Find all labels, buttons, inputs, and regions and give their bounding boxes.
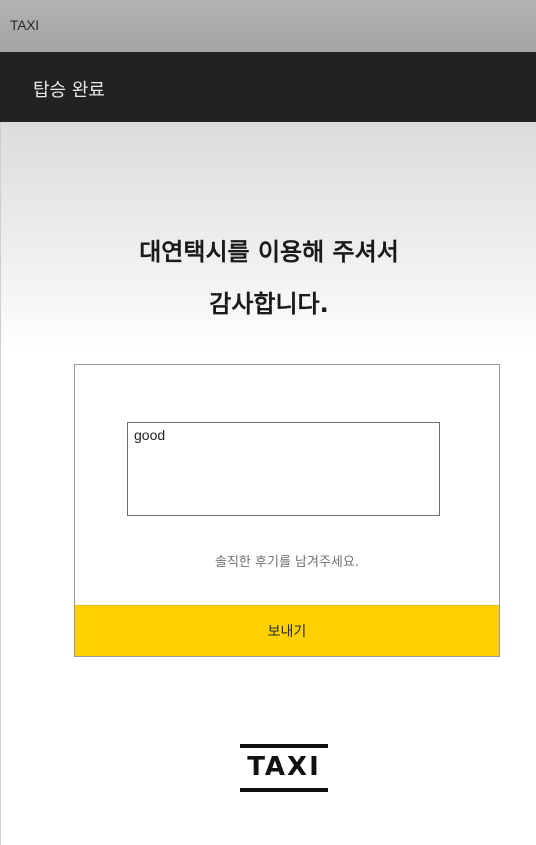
- logo-bottom-bar: [240, 788, 328, 792]
- logo-text: TAXI: [247, 752, 321, 782]
- review-hint: 솔직한 후기를 남겨주세요.: [215, 555, 359, 570]
- main-content: 대연택시를 이용해 주셔서 감사합니다. good 솔직한 후기를 남겨주세요.…: [0, 122, 536, 845]
- window-titlebar: TAXI: [0, 0, 536, 52]
- window-title: TAXI: [10, 17, 39, 33]
- app-header: 탑승 완료: [0, 52, 536, 122]
- review-card: good 솔직한 후기를 남겨주세요. 보내기: [74, 364, 500, 657]
- send-button[interactable]: 보내기: [75, 605, 499, 656]
- thank-you-message: 대연택시를 이용해 주셔서 감사합니다.: [1, 226, 536, 330]
- logo-top-bar: [240, 744, 328, 748]
- thank-you-line-2: 감사합니다.: [209, 290, 329, 318]
- thank-you-line-1: 대연택시를 이용해 주셔서: [139, 238, 399, 266]
- taxi-logo: TAXI: [240, 744, 328, 794]
- review-input[interactable]: good: [127, 422, 440, 516]
- page-title: 탑승 완료: [33, 80, 105, 101]
